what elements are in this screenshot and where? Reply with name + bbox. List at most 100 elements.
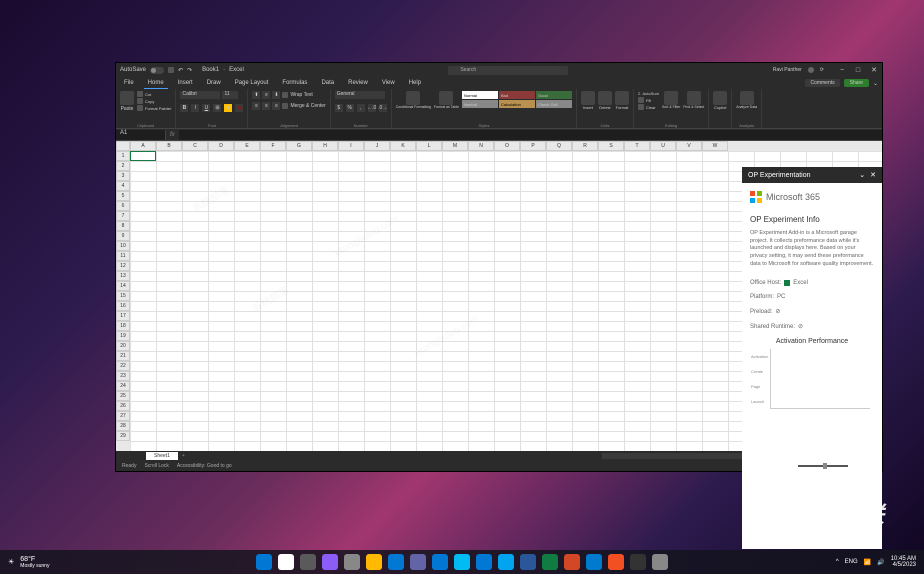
insert-cells-button[interactable]: Insert <box>581 91 595 110</box>
col-header-V[interactable]: V <box>676 141 702 151</box>
col-header-M[interactable]: M <box>442 141 468 151</box>
col-header-N[interactable]: N <box>468 141 494 151</box>
row-header-18[interactable]: 18 <box>116 321 130 331</box>
col-header-G[interactable]: G <box>286 141 312 151</box>
maximize-button[interactable]: □ <box>854 66 862 74</box>
tab-draw[interactable]: Draw <box>203 78 225 88</box>
fill-color-button[interactable]: ♦ <box>224 104 232 112</box>
sheet-tab-1[interactable]: Sheet1 <box>146 452 178 460</box>
active-cell-a1[interactable] <box>130 151 156 161</box>
search-input[interactable]: Search <box>448 66 568 75</box>
taskbar-teams-icon[interactable] <box>410 554 426 570</box>
format-painter-button[interactable]: Format Painter <box>137 105 171 111</box>
col-header-E[interactable]: E <box>234 141 260 151</box>
row-header-19[interactable]: 19 <box>116 331 130 341</box>
row-header-16[interactable]: 16 <box>116 301 130 311</box>
row-header-3[interactable]: 3 <box>116 171 130 181</box>
tray-clock[interactable]: 10:45 AM 4/5/2023 <box>891 556 916 568</box>
tray-chevron-icon[interactable]: ^ <box>836 559 839 565</box>
dec-decimal-button[interactable]: .0→ <box>379 104 387 112</box>
col-header-Q[interactable]: Q <box>546 141 572 151</box>
row-header-22[interactable]: 22 <box>116 361 130 371</box>
paste-button[interactable]: Paste <box>120 91 134 112</box>
taskbar-app3-icon[interactable] <box>652 554 668 570</box>
underline-button[interactable]: U <box>202 104 210 112</box>
row-header-5[interactable]: 5 <box>116 191 130 201</box>
taskbar-edge-icon[interactable] <box>388 554 404 570</box>
taskbar-powerpoint-icon[interactable] <box>564 554 580 570</box>
tray-wifi-icon[interactable]: 📶 <box>864 559 871 566</box>
row-header-15[interactable]: 15 <box>116 291 130 301</box>
align-left-button[interactable]: ≡ <box>252 102 260 110</box>
row-header-2[interactable]: 2 <box>116 161 130 171</box>
row-header-6[interactable]: 6 <box>116 201 130 211</box>
conditional-formatting-button[interactable]: Conditional Formatting <box>396 91 431 109</box>
minimize-button[interactable]: − <box>838 66 846 74</box>
col-header-T[interactable]: T <box>624 141 650 151</box>
formula-input[interactable] <box>179 130 882 140</box>
clear-button[interactable]: Clear <box>638 104 659 110</box>
copilot-button[interactable]: Copilot <box>713 91 727 110</box>
taskbar-start-icon[interactable] <box>256 554 272 570</box>
style-check-cell[interactable]: Check Cell <box>536 100 572 108</box>
find-select-button[interactable]: Find & Select <box>683 91 704 109</box>
save-icon[interactable] <box>168 67 174 73</box>
style-neutral[interactable]: Neutral <box>462 100 498 108</box>
autosum-button[interactable]: ΣAutoSum <box>638 91 659 96</box>
cut-button[interactable]: Cut <box>137 91 171 97</box>
taskbar-app1-icon[interactable] <box>432 554 448 570</box>
avatar[interactable] <box>808 67 814 73</box>
row-header-20[interactable]: 20 <box>116 341 130 351</box>
col-header-R[interactable]: R <box>572 141 598 151</box>
fill-button[interactable]: Fill <box>638 97 659 103</box>
currency-button[interactable]: $ <box>335 104 343 112</box>
style-good[interactable]: Good <box>536 91 572 99</box>
undo-icon[interactable]: ↶ <box>178 67 183 74</box>
tab-view[interactable]: View <box>378 78 399 88</box>
tab-file[interactable]: File <box>120 78 138 88</box>
tab-data[interactable]: Data <box>317 78 338 88</box>
align-mid-button[interactable]: ≡ <box>262 91 270 99</box>
percent-button[interactable]: % <box>346 104 354 112</box>
comments-button[interactable]: Comments <box>805 79 839 87</box>
taskbar-weather[interactable]: ☀ 68°F Mostly sunny <box>8 556 49 569</box>
col-header-P[interactable]: P <box>520 141 546 151</box>
tray-volume-icon[interactable]: 🔊 <box>877 559 884 566</box>
ribbon-collapse-icon[interactable]: ⌄ <box>873 80 878 87</box>
row-header-27[interactable]: 27 <box>116 411 130 421</box>
row-header-24[interactable]: 24 <box>116 381 130 391</box>
close-button[interactable]: ✕ <box>870 66 878 74</box>
add-sheet-button[interactable]: + <box>178 453 189 459</box>
taskbar-settings-icon[interactable] <box>344 554 360 570</box>
col-header-D[interactable]: D <box>208 141 234 151</box>
row-header-26[interactable]: 26 <box>116 401 130 411</box>
font-name-select[interactable]: Calibri <box>180 91 220 99</box>
row-header-23[interactable]: 23 <box>116 371 130 381</box>
row-header-14[interactable]: 14 <box>116 281 130 291</box>
col-header-K[interactable]: K <box>390 141 416 151</box>
row-header-11[interactable]: 11 <box>116 251 130 261</box>
format-cells-button[interactable]: Format <box>615 91 629 110</box>
taskbar-app2-icon[interactable] <box>454 554 470 570</box>
col-header-H[interactable]: H <box>312 141 338 151</box>
select-all-corner[interactable] <box>116 141 130 151</box>
user-name[interactable]: Ravi Panther <box>773 67 802 73</box>
tray-lang[interactable]: ENG <box>845 559 858 565</box>
taskbar-outlook-icon[interactable] <box>476 554 492 570</box>
tab-review[interactable]: Review <box>344 78 372 88</box>
align-top-button[interactable]: ⬆ <box>252 91 260 99</box>
taskbar-vscode-icon[interactable] <box>586 554 602 570</box>
align-bottom-button[interactable]: ⬇ <box>272 91 280 99</box>
copy-button[interactable]: Copy <box>137 98 171 104</box>
inc-decimal-button[interactable]: ←.0 <box>368 104 376 112</box>
col-header-J[interactable]: J <box>364 141 390 151</box>
wrap-text-button[interactable]: Wrap Text <box>282 91 312 99</box>
tab-formulas[interactable]: Formulas <box>278 78 311 88</box>
col-header-L[interactable]: L <box>416 141 442 151</box>
taskbar-taskview-icon[interactable] <box>300 554 316 570</box>
taskbar-explorer-icon[interactable] <box>366 554 382 570</box>
row-header-13[interactable]: 13 <box>116 271 130 281</box>
col-header-F[interactable]: F <box>260 141 286 151</box>
row-header-25[interactable]: 25 <box>116 391 130 401</box>
taskbar-terminal-icon[interactable] <box>630 554 646 570</box>
